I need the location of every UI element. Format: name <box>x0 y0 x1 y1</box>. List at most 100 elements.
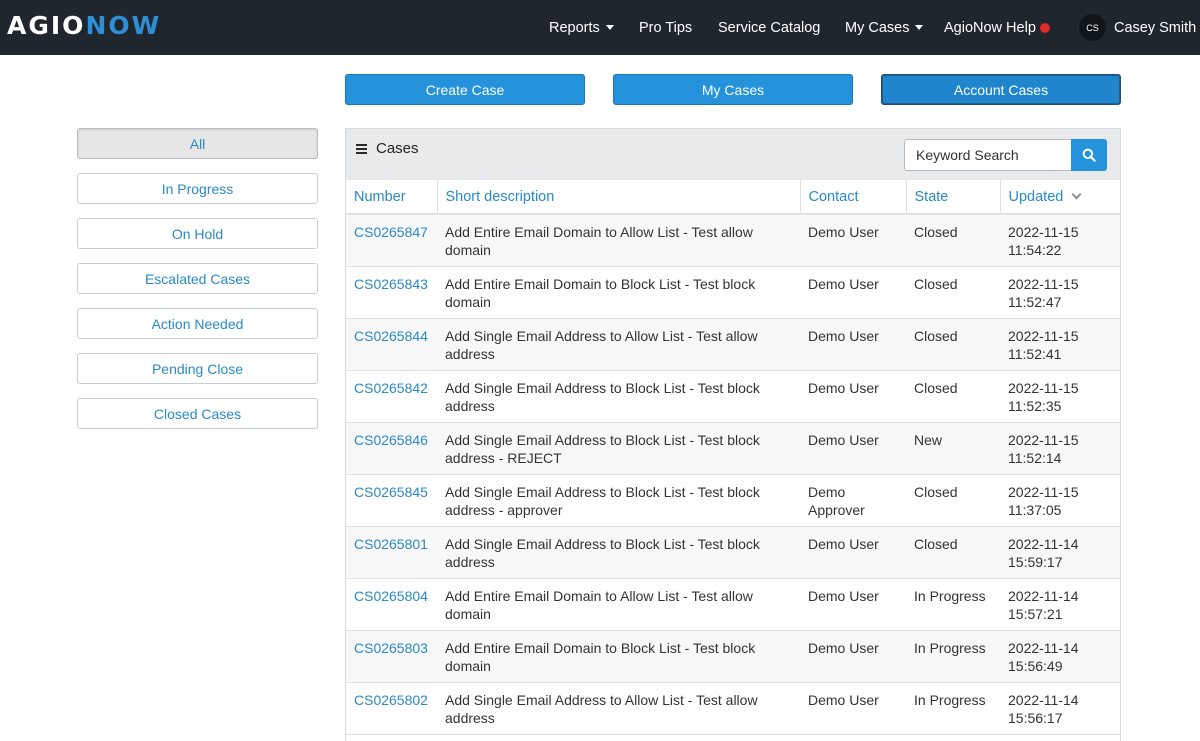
case-state: Closed <box>906 214 1000 267</box>
logo-text-agio: AGIO <box>7 11 86 40</box>
filter-escalated-cases-button[interactable]: Escalated Cases <box>77 263 318 294</box>
case-short-description: Add Entire Email Domain to Allow List - … <box>437 214 800 267</box>
table-row[interactable]: CS0265847 Add Entire Email Domain to Allo… <box>346 214 1120 267</box>
search-icon <box>1082 148 1096 162</box>
filter-on-hold-button[interactable]: On Hold <box>77 218 318 249</box>
case-number-link[interactable]: CS0265846 <box>346 422 437 475</box>
case-number-link[interactable]: CS0265802 <box>346 682 437 735</box>
chevron-down-icon <box>915 25 924 30</box>
nav-my-cases-label: My Cases <box>845 19 910 36</box>
case-state: In Progress <box>906 630 1000 683</box>
filter-all-button[interactable]: All <box>77 128 318 159</box>
case-state: Closed <box>906 318 1000 371</box>
case-contact: Demo Approver <box>800 474 906 527</box>
notification-dot-icon <box>1039 22 1050 33</box>
case-updated: 2022-11-15 11:52:35 <box>1000 370 1120 423</box>
keyword-search-input[interactable] <box>904 139 1071 171</box>
agionow-logo[interactable]: AGIONOW <box>7 11 161 41</box>
nav-help-label: AgioNow Help <box>944 19 1036 36</box>
case-updated: 2022-11-14 15:57:21 <box>1000 578 1120 631</box>
nav-service-catalog-link[interactable]: Service Catalog <box>718 20 820 36</box>
case-state: Closed <box>906 474 1000 527</box>
case-state: Closed <box>906 526 1000 579</box>
table-row[interactable]: CS0265844 Add Single Email Address to All… <box>346 318 1120 371</box>
logo-text-now: NOW <box>85 11 162 40</box>
case-contact: Demo User <box>800 630 906 683</box>
cases-panel-header: Cases <box>346 129 1120 180</box>
case-state: Closed <box>906 370 1000 423</box>
case-updated: 2022-11-14 15:59:17 <box>1000 526 1120 579</box>
case-contact: Demo User <box>800 682 906 735</box>
case-number-link[interactable]: CS0265801 <box>346 526 437 579</box>
case-updated: 2022-11-15 11:54:22 <box>1000 214 1120 267</box>
search-button[interactable] <box>1071 139 1107 171</box>
table-header-row: Number Short description Contact State U… <box>346 180 1120 215</box>
table-row[interactable]: CS0265842 Add Single Email Address to Blo… <box>346 370 1120 423</box>
case-contact: Demo User <box>800 266 906 319</box>
case-updated: 2022-11-15 11:52:14 <box>1000 422 1120 475</box>
nav-my-cases-menu[interactable]: My Cases <box>845 19 924 36</box>
account-cases-button[interactable]: Account Cases <box>881 74 1121 105</box>
case-number-link[interactable]: CS0265842 <box>346 370 437 423</box>
case-short-description: Add Single Email Address to Allow List -… <box>437 682 800 735</box>
case-contact: Demo User <box>800 214 906 267</box>
top-nav-bar: AGIONOW Reports Pro Tips Service Catalog… <box>0 0 1200 55</box>
table-row[interactable]: CS0265801 Add Single Email Address to Blo… <box>346 526 1120 579</box>
filter-action-needed-button[interactable]: Action Needed <box>77 308 318 339</box>
table-row[interactable]: CS0265804 Add Entire Email Domain to Allo… <box>346 578 1120 631</box>
case-short-description: Add Single Email Address to Block List -… <box>437 370 800 423</box>
case-contact: Demo User <box>800 422 906 475</box>
case-updated: 2022-11-15 11:52:47 <box>1000 266 1120 319</box>
case-number-link[interactable]: CS0265845 <box>346 474 437 527</box>
case-number-link[interactable]: CS0265803 <box>346 630 437 683</box>
my-cases-button[interactable]: My Cases <box>613 74 853 105</box>
user-name: Casey Smith <box>1114 19 1197 36</box>
case-number-link[interactable]: CS0265843 <box>346 266 437 319</box>
column-header-updated-label: Updated <box>1008 188 1064 205</box>
case-number-link[interactable]: CS0265847 <box>346 214 437 267</box>
cases-table: Number Short description Contact State U… <box>346 180 1120 735</box>
table-row[interactable]: CS0265843 Add Entire Email Domain to Bloc… <box>346 266 1120 319</box>
nav-pro-tips-link[interactable]: Pro Tips <box>639 20 692 36</box>
column-header-updated[interactable]: Updated <box>1000 180 1120 215</box>
filter-in-progress-button[interactable]: In Progress <box>77 173 318 204</box>
case-updated: 2022-11-15 11:52:41 <box>1000 318 1120 371</box>
case-number-link[interactable]: CS0265844 <box>346 318 437 371</box>
cases-panel-title: Cases <box>376 140 419 157</box>
case-updated: 2022-11-14 15:56:17 <box>1000 682 1120 735</box>
case-state: In Progress <box>906 682 1000 735</box>
column-header-state[interactable]: State <box>906 180 1001 215</box>
keyword-search <box>904 139 1107 171</box>
table-row[interactable]: CS0265803 Add Entire Email Domain to Bloc… <box>346 630 1120 683</box>
table-row[interactable]: CS0265802 Add Single Email Address to All… <box>346 682 1120 735</box>
case-contact: Demo User <box>800 526 906 579</box>
column-header-number[interactable]: Number <box>346 180 438 215</box>
case-state: In Progress <box>906 578 1000 631</box>
filter-closed-cases-button[interactable]: Closed Cases <box>77 398 318 429</box>
case-state: New <box>906 422 1000 475</box>
case-contact: Demo User <box>800 318 906 371</box>
chevron-down-icon <box>605 25 614 30</box>
case-contact: Demo User <box>800 370 906 423</box>
table-row[interactable]: CS0265845 Add Single Email Address to Blo… <box>346 474 1120 527</box>
case-short-description: Add Entire Email Domain to Allow List - … <box>437 578 800 631</box>
column-header-short-description[interactable]: Short description <box>437 180 801 215</box>
nav-reports-label: Reports <box>549 19 600 36</box>
nav-help-link[interactable]: AgioNow Help <box>944 20 1050 36</box>
case-short-description: Add Single Email Address to Block List -… <box>437 526 800 579</box>
cases-panel: Cases Number Short description Contact <box>345 128 1121 741</box>
case-short-description: Add Single Email Address to Allow List -… <box>437 318 800 371</box>
table-row[interactable]: CS0265846 Add Single Email Address to Blo… <box>346 422 1120 475</box>
hamburger-menu-icon[interactable] <box>356 144 367 154</box>
filter-pending-close-button[interactable]: Pending Close <box>77 353 318 384</box>
case-updated: 2022-11-14 15:56:49 <box>1000 630 1120 683</box>
case-short-description: Add Entire Email Domain to Block List - … <box>437 266 800 319</box>
column-header-contact[interactable]: Contact <box>800 180 907 215</box>
user-menu[interactable]: CS Casey Smith <box>1079 14 1196 41</box>
case-short-description: Add Single Email Address to Block List -… <box>437 422 800 475</box>
case-contact: Demo User <box>800 578 906 631</box>
sort-descending-icon <box>1071 189 1082 199</box>
create-case-button[interactable]: Create Case <box>345 74 585 105</box>
case-number-link[interactable]: CS0265804 <box>346 578 437 631</box>
nav-reports-menu[interactable]: Reports <box>549 20 614 36</box>
